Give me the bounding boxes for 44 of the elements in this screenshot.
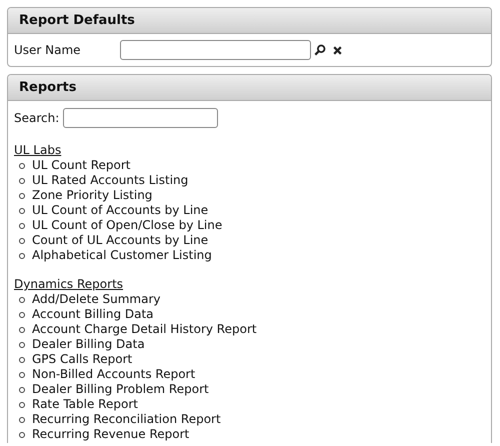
close-icon[interactable] <box>333 46 342 54</box>
bullet-icon <box>19 178 25 184</box>
report-link[interactable]: Count of UL Accounts by Line <box>32 233 208 248</box>
report-link[interactable]: UL Rated Accounts Listing <box>32 173 188 188</box>
search-icon[interactable] <box>314 44 326 56</box>
bullet-icon <box>19 192 25 198</box>
report-link[interactable]: Rate Table Report <box>32 397 138 412</box>
bullet-icon <box>19 252 25 258</box>
group-heading: Dynamics Reports <box>14 277 124 292</box>
bullet-icon <box>19 416 25 422</box>
panel-title: Report Defaults <box>8 8 491 34</box>
bullet-icon <box>19 386 25 392</box>
group-heading: UL Labs <box>14 143 62 158</box>
report-link[interactable]: Non-Billed Accounts Report <box>32 367 196 382</box>
bullet-icon <box>19 372 25 378</box>
report-link[interactable]: GPS Calls Report <box>32 352 132 367</box>
bullet-icon <box>19 402 25 408</box>
report-link[interactable]: Zone Priority Listing <box>32 188 152 203</box>
bullet-icon <box>19 208 25 214</box>
bullet-icon <box>19 312 25 318</box>
input-field[interactable] <box>120 40 311 60</box>
field-label: Search: <box>14 111 60 125</box>
bullet-icon <box>19 342 25 348</box>
report-link[interactable]: Dealer Billing Problem Report <box>32 382 209 397</box>
search-field[interactable] <box>63 108 218 128</box>
report-link[interactable]: UL Count Report <box>32 158 131 173</box>
report-link[interactable]: Account Charge Detail History Report <box>32 322 257 337</box>
report-link[interactable]: UL Count of Accounts by Line <box>32 203 208 218</box>
report-link[interactable]: Alphabetical Customer Listing <box>32 248 212 263</box>
bullet-icon <box>19 432 25 438</box>
report-link[interactable]: Account Billing Data <box>32 307 154 322</box>
report-link[interactable]: Recurring Revenue Report <box>32 427 190 442</box>
bullet-icon <box>19 296 25 302</box>
report-link[interactable]: Add/Delete Summary <box>32 292 161 307</box>
bullet-icon <box>19 162 25 168</box>
bullet-icon <box>19 222 25 228</box>
panel-title: Reports <box>8 75 491 101</box>
field-label: User Name <box>14 43 82 57</box>
bullet-icon <box>19 356 25 362</box>
bullet-icon <box>19 238 25 244</box>
report-link[interactable]: UL Count of Open/Close by Line <box>32 218 222 233</box>
report-link[interactable]: Dealer Billing Data <box>32 337 145 352</box>
bullet-icon <box>19 326 25 332</box>
report-link[interactable]: Recurring Reconciliation Report <box>32 412 221 427</box>
